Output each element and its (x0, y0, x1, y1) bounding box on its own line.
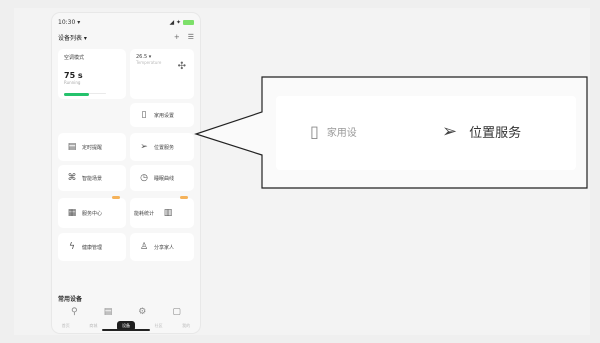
zoom-item-location[interactable]: ➢ 位置服务 (442, 121, 521, 142)
screen: 10:30 ▾ ◢ ✦ 设备列表 ▾ + ☰ 空调模式 75 s Running… (0, 0, 600, 343)
zoom-item-left[interactable]: ▯ 家用设 (310, 122, 357, 141)
zoom-detail-card: ▯ 家用设 ➢ 位置服务 (276, 96, 576, 170)
location-icon: ➢ (442, 121, 458, 142)
zoom-callout (194, 76, 588, 189)
zoom-left-label: 家用设 (326, 128, 357, 139)
zoom-location-label: 位置服务 (469, 126, 522, 141)
phone-icon: ▯ (310, 122, 319, 141)
